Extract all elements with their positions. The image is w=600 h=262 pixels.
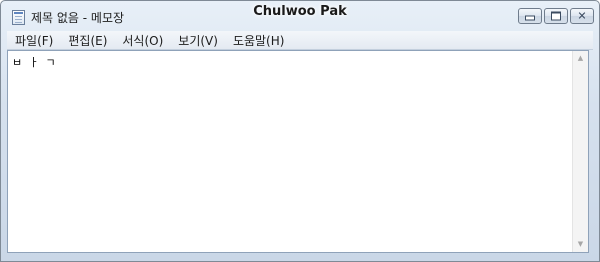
menu-view[interactable]: 보기(V) bbox=[170, 32, 225, 49]
maximize-icon bbox=[551, 11, 561, 21]
close-icon: ✕ bbox=[577, 9, 587, 23]
text-editor[interactable]: ㅂ ㅏ ㄱ ▲ ▼ bbox=[7, 50, 589, 253]
close-button[interactable]: ✕ bbox=[570, 8, 594, 24]
title-bar[interactable]: 제목 없음 - 메모장 Chulwoo Pak ✕ bbox=[1, 1, 599, 31]
user-name-label: Chulwoo Pak bbox=[253, 4, 347, 19]
scroll-down-icon[interactable]: ▼ bbox=[573, 237, 588, 252]
editor-content[interactable]: ㅂ ㅏ ㄱ bbox=[12, 54, 56, 70]
menu-format[interactable]: 서식(O) bbox=[114, 32, 170, 49]
menu-help[interactable]: 도움말(H) bbox=[225, 32, 292, 49]
minimize-button[interactable] bbox=[518, 8, 542, 24]
maximize-button[interactable] bbox=[544, 8, 568, 24]
menu-bar: 파일(F) 편집(E) 서식(O) 보기(V) 도움말(H) bbox=[7, 31, 593, 50]
scroll-up-icon[interactable]: ▲ bbox=[573, 51, 588, 66]
minimize-icon bbox=[525, 15, 535, 21]
menu-edit[interactable]: 편집(E) bbox=[60, 32, 114, 49]
window-controls: ✕ bbox=[518, 8, 594, 26]
menu-file[interactable]: 파일(F) bbox=[7, 32, 60, 49]
notepad-window: 제목 없음 - 메모장 Chulwoo Pak ✕ 파일(F) 편집(E) 서식… bbox=[0, 0, 600, 262]
vertical-scrollbar[interactable]: ▲ ▼ bbox=[572, 51, 588, 252]
